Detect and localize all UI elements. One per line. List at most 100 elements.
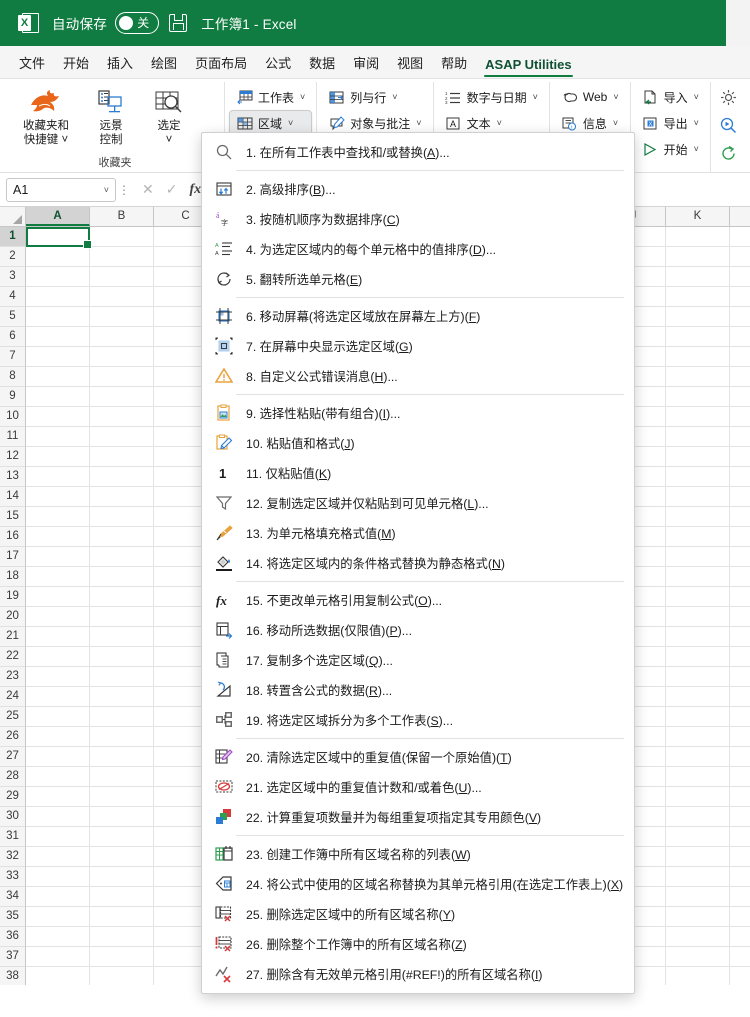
cell-B21[interactable] [90,627,154,647]
cell-L33[interactable] [730,867,750,887]
menu-item-14[interactable]: 14. 将选定区域内的条件格式替换为静态格式(N) [202,548,634,578]
cell-A28[interactable] [26,767,90,787]
menu-item-6[interactable]: 6. 移动屏幕(将选定区域放在屏幕左上方)(F) [202,301,634,331]
tab-view[interactable]: 视图 [388,49,432,78]
cell-K15[interactable] [666,507,730,527]
row-header-36[interactable]: 36 [0,927,26,947]
cell-L12[interactable] [730,447,750,467]
menu-item-12[interactable]: 12. 复制选定区域并仅粘贴到可见单元格(L)... [202,488,634,518]
cell-L28[interactable] [730,767,750,787]
menu-item-22[interactable]: 22. 计算重复项数量并为每组重复项指定其专用颜色(V) [202,802,634,832]
cell-K1[interactable] [666,227,730,247]
menu-item-8[interactable]: 8. 自定义公式错误消息(H)... [202,361,634,391]
cell-B8[interactable] [90,367,154,387]
cell-B37[interactable] [90,947,154,967]
numbers-dates-menu-button[interactable]: 1 2 3 数字与日期 ˅ [438,84,545,110]
cell-A19[interactable] [26,587,90,607]
cell-A29[interactable] [26,787,90,807]
cell-A37[interactable] [26,947,90,967]
cell-K35[interactable] [666,907,730,927]
cell-L21[interactable] [730,627,750,647]
cell-A14[interactable] [26,487,90,507]
cell-K8[interactable] [666,367,730,387]
cell-A4[interactable] [26,287,90,307]
tab-formulas[interactable]: 公式 [256,49,300,78]
cell-B34[interactable] [90,887,154,907]
cell-B20[interactable] [90,607,154,627]
cell-K32[interactable] [666,847,730,867]
tab-data[interactable]: 数据 [300,49,344,78]
tab-home[interactable]: 开始 [54,49,98,78]
menu-item-20[interactable]: 20. 清除选定区域中的重复值(保留一个原始值)(T) [202,742,634,772]
menu-item-5[interactable]: 5. 翻转所选单元格(E) [202,264,634,294]
cell-B26[interactable] [90,727,154,747]
row-header-11[interactable]: 11 [0,427,26,447]
cell-A6[interactable] [26,327,90,347]
cell-L38[interactable] [730,967,750,985]
row-header-16[interactable]: 16 [0,527,26,547]
menu-item-21[interactable]: 21. 选定区域中的重复值计数和/或着色(U)... [202,772,634,802]
row-header-18[interactable]: 18 [0,567,26,587]
cell-A1[interactable] [26,227,90,247]
row-header-24[interactable]: 24 [0,687,26,707]
cell-L17[interactable] [730,547,750,567]
tab-help[interactable]: 帮助 [432,49,476,78]
row-header-15[interactable]: 15 [0,507,26,527]
cell-B16[interactable] [90,527,154,547]
cell-A18[interactable] [26,567,90,587]
cell-A2[interactable] [26,247,90,267]
cell-L20[interactable] [730,607,750,627]
cell-L34[interactable] [730,887,750,907]
cell-K31[interactable] [666,827,730,847]
cell-L16[interactable] [730,527,750,547]
row-header-30[interactable]: 30 [0,807,26,827]
cell-A32[interactable] [26,847,90,867]
cell-B9[interactable] [90,387,154,407]
menu-item-2[interactable]: 2. 高级排序(B)... [202,174,634,204]
tab-draw[interactable]: 绘图 [142,49,186,78]
cell-L7[interactable] [730,347,750,367]
cell-A21[interactable] [26,627,90,647]
cell-K12[interactable] [666,447,730,467]
cell-B5[interactable] [90,307,154,327]
menu-item-26[interactable]: 26. 删除整个工作簿中的所有区域名称(Z) [202,929,634,959]
cell-L23[interactable] [730,667,750,687]
menu-item-25[interactable]: 25. 删除选定区域中的所有区域名称(Y) [202,899,634,929]
cell-A36[interactable] [26,927,90,947]
cell-K7[interactable] [666,347,730,367]
row-header-5[interactable]: 5 [0,307,26,327]
cell-B11[interactable] [90,427,154,447]
cell-K25[interactable] [666,707,730,727]
row-header-37[interactable]: 37 [0,947,26,967]
export-menu-button[interactable]: X 导出 ˅ [635,110,706,136]
row-header-12[interactable]: 12 [0,447,26,467]
menu-item-17[interactable]: 17. 复制多个选定区域(Q)... [202,645,634,675]
refresh-icon[interactable] [715,140,743,166]
cell-L6[interactable] [730,327,750,347]
row-header-23[interactable]: 23 [0,667,26,687]
cell-B31[interactable] [90,827,154,847]
cell-L22[interactable] [730,647,750,667]
cell-A33[interactable] [26,867,90,887]
cell-B13[interactable] [90,467,154,487]
cell-K19[interactable] [666,587,730,607]
menu-item-15[interactable]: fx 15. 不更改单元格引用复制公式(O)... [202,585,634,615]
menu-item-18[interactable]: 18. 转置含公式的数据(R)... [202,675,634,705]
tab-review[interactable]: 审阅 [344,49,388,78]
cell-B29[interactable] [90,787,154,807]
menu-item-4[interactable]: A A 4. 为选定区域内的每个单元格中的值排序(D)... [202,234,634,264]
cell-A35[interactable] [26,907,90,927]
columns-rows-menu-button[interactable]: 列与行 ˅ [321,84,428,110]
cell-A38[interactable] [26,967,90,985]
row-header-9[interactable]: 9 [0,387,26,407]
cell-K30[interactable] [666,807,730,827]
cell-B1[interactable] [90,227,154,247]
menu-item-23[interactable]: 23. 创建工作簿中所有区域名称的列表(W) [202,839,634,869]
row-header-21[interactable]: 21 [0,627,26,647]
save-icon[interactable] [169,14,188,32]
cell-A20[interactable] [26,607,90,627]
cell-B19[interactable] [90,587,154,607]
cell-A3[interactable] [26,267,90,287]
cell-L9[interactable] [730,387,750,407]
row-header-19[interactable]: 19 [0,587,26,607]
